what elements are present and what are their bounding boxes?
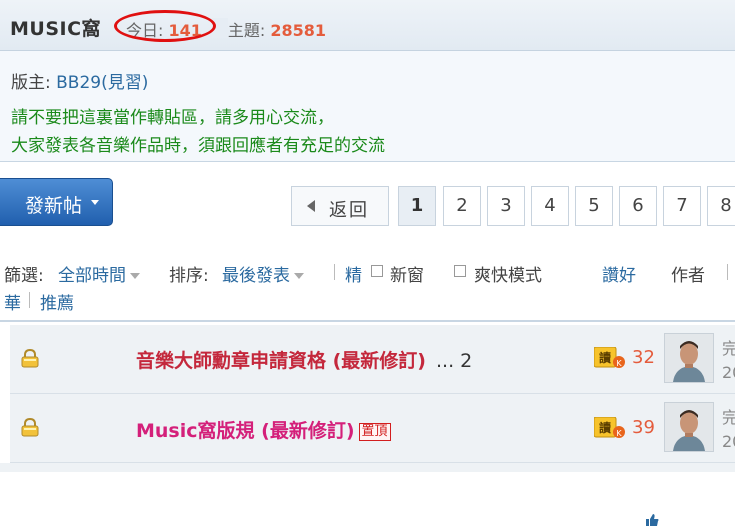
forum-title[interactable]: MUSIC窩	[10, 14, 101, 41]
forum-rule-line-2: 大家發表各音樂作品時，須跟回應者有充足的交流	[11, 136, 385, 156]
thread-title: Music窩版規 (最新修訂)	[136, 420, 355, 442]
sort-dropdown[interactable]: 最後發表	[222, 261, 304, 286]
time-filter-dropdown[interactable]: 全部時間	[58, 261, 140, 286]
moderator-label: 版主:	[11, 73, 57, 93]
thread-row[interactable]: 音樂大師勳章申請資格 (最新修訂) ... 2 讀 K 32 完 20	[10, 325, 735, 394]
new-window-label: 新窗	[390, 266, 424, 286]
back-label: 返回	[329, 200, 369, 221]
likes-sort-link[interactable]: 讚好	[602, 261, 636, 286]
page-button-1[interactable]: 1	[398, 186, 436, 226]
chevron-down-icon	[294, 273, 304, 279]
new-window-checkbox[interactable]	[371, 265, 383, 277]
thread-title-link[interactable]: 音樂大師勳章申請資格 (最新修訂) ... 2	[136, 346, 472, 373]
moderator-name[interactable]: BB29(見習)	[56, 73, 148, 93]
sort-label: 排序:	[169, 266, 209, 286]
filter-bar: 篩選: 全部時間 排序: 最後發表 精 新窗 爽快模式 讚好 作者 華 推薦	[0, 250, 735, 526]
thread-title-link[interactable]: Music窩版規 (最新修訂) 置頂	[136, 416, 391, 443]
read-count-icon: 讀 K	[594, 347, 625, 368]
page-button-4[interactable]: 4	[531, 186, 569, 226]
chevron-left-icon	[307, 200, 315, 212]
topics-label: 主題:	[227, 21, 271, 40]
forum-rule-line-1: 請不要把這裏當作轉貼區，請多用心交流，	[11, 108, 334, 128]
fast-mode-checkbox[interactable]	[454, 265, 466, 277]
filter-label: 篩選:	[4, 266, 44, 286]
thumbs-up-icon	[646, 514, 659, 526]
forum-info: 版主: BB29(見習) 請不要把這裏當作轉貼區，請多用心交流， 大家發表各音樂…	[0, 51, 735, 162]
post-date: 20	[722, 363, 735, 382]
sort-value: 最後發表	[222, 266, 290, 286]
page-button-8[interactable]: 8	[707, 186, 735, 226]
reply-count: 32	[632, 347, 655, 368]
post-date: 20	[722, 432, 735, 451]
reply-count: 39	[632, 417, 655, 438]
topics-count: 28581	[270, 21, 327, 40]
moderator: 版主: BB29(見習)	[11, 68, 148, 93]
chevron-down-icon	[130, 273, 140, 279]
author-column-label: 作者	[671, 266, 705, 286]
fast-mode-label: 爽快模式	[474, 266, 542, 286]
page-button-7[interactable]: 7	[663, 186, 701, 226]
essence-filter-link[interactable]: 精	[345, 261, 362, 286]
read-count-icon: 讀 K	[594, 417, 625, 438]
svg-text:K: K	[616, 359, 622, 368]
pinned-badge: 置頂	[358, 422, 391, 441]
page-button-2[interactable]: 2	[443, 186, 481, 226]
thread-title: 音樂大師勳章申請資格 (最新修訂)	[136, 350, 426, 372]
chevron-down-icon	[91, 200, 99, 205]
page-button-5[interactable]: 5	[575, 186, 613, 226]
page-button-3[interactable]: 3	[487, 186, 525, 226]
svg-text:讀: 讀	[599, 350, 611, 365]
back-button[interactable]: 返回	[291, 186, 389, 226]
avatar[interactable]	[664, 333, 714, 383]
forum-header: MUSIC窩 今日: 141 主題: 28581	[0, 0, 735, 51]
new-post-button[interactable]: 發新帖	[0, 178, 113, 226]
lock-icon	[21, 349, 39, 368]
time-filter-value: 全部時間	[58, 266, 126, 286]
svg-text:K: K	[616, 429, 622, 438]
page-button-6[interactable]: 6	[619, 186, 657, 226]
lock-icon	[21, 418, 39, 437]
author-name[interactable]: 完	[722, 404, 735, 428]
svg-text:讀: 讀	[599, 420, 611, 435]
essence-filter-link-wrap[interactable]: 華	[4, 289, 21, 314]
new-post-label: 發新帖	[25, 195, 83, 217]
author-name[interactable]: 完	[722, 335, 735, 359]
recommend-filter-link[interactable]: 推薦	[40, 289, 74, 314]
thread-page-suffix[interactable]: ... 2	[436, 350, 472, 372]
avatar[interactable]	[664, 402, 714, 452]
thread-row[interactable]: Music窩版規 (最新修訂)置頂 讀 K 39 完 20	[10, 394, 735, 463]
annotation-circle	[114, 10, 216, 42]
